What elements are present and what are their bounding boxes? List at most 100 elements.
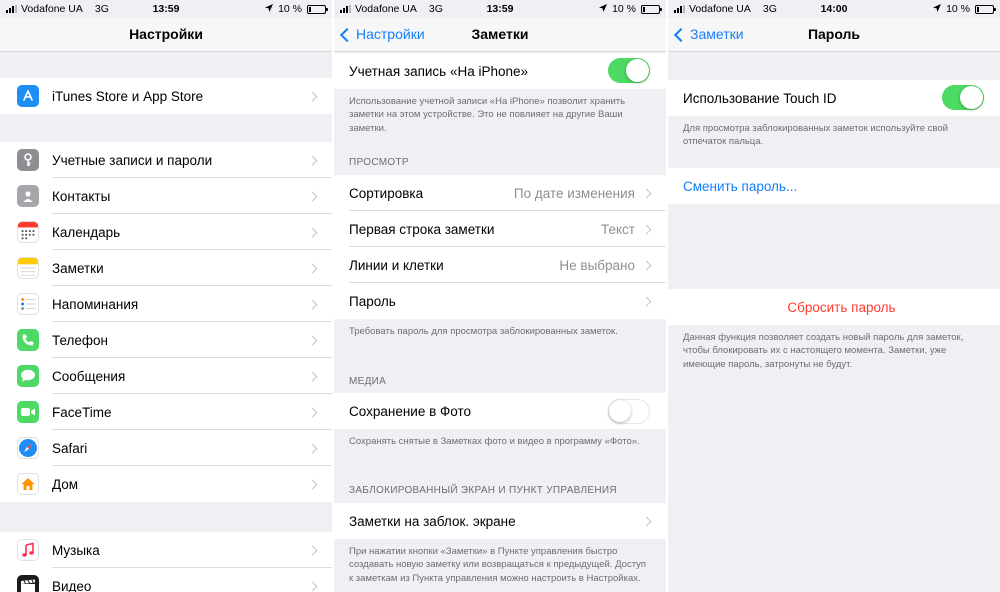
chevron-right-icon xyxy=(641,224,652,234)
battery-label: 10 % xyxy=(946,3,970,15)
settings-item-calendar[interactable]: Календарь xyxy=(0,214,332,250)
app-store-icon xyxy=(17,85,39,107)
chevron-right-icon xyxy=(307,545,318,555)
battery-label: 10 % xyxy=(278,3,302,15)
settings-screen: Vodafone UA 3G 13:59 10 % Настройки iTun… xyxy=(0,0,332,592)
chevron-right-icon xyxy=(307,479,318,489)
reset-password-label: Сбросить пароль xyxy=(787,299,896,315)
lock-screen-notes-label: Заметки на заблок. экране xyxy=(349,513,516,529)
touch-id-toggle[interactable] xyxy=(942,85,984,110)
reset-password-button[interactable]: Сбросить пароль xyxy=(668,289,1000,325)
sort-label: Сортировка xyxy=(349,185,424,201)
home-icon xyxy=(17,473,39,495)
battery-icon xyxy=(307,4,328,14)
reset-password-footnote: Данная функция позволяет создать новый п… xyxy=(683,332,964,370)
chevron-right-icon xyxy=(307,91,318,101)
sort-row[interactable]: Сортировка По дате изменения xyxy=(334,175,666,211)
chevron-right-icon xyxy=(307,191,318,201)
key-icon xyxy=(17,149,39,171)
settings-item-home[interactable]: Дом xyxy=(0,466,332,502)
password-row[interactable]: Пароль xyxy=(334,283,666,319)
change-password-label: Сменить пароль... xyxy=(683,178,798,194)
page-title: Настройки xyxy=(129,26,203,42)
settings-item-label: Видео xyxy=(52,578,92,592)
chevron-right-icon xyxy=(307,581,318,591)
lock-screen-footnote: При нажатии кнопки «Заметки» в Пункте уп… xyxy=(349,546,647,584)
settings-item-label: Контакты xyxy=(52,188,111,204)
section-header-lock-screen: ЗАБЛОКИРОВАННЫЙ ЭКРАН И ПУНКТ УПРАВЛЕНИЯ xyxy=(349,485,617,496)
lines-grids-label: Линии и клетки xyxy=(349,257,444,273)
settings-item-music[interactable]: Музыка xyxy=(0,532,332,568)
location-icon xyxy=(265,3,274,15)
settings-item-notes[interactable]: Заметки xyxy=(0,250,332,286)
chevron-right-icon xyxy=(307,263,318,273)
settings-item-phone[interactable]: Телефон xyxy=(0,322,332,358)
facetime-icon xyxy=(17,401,39,423)
battery-label: 10 % xyxy=(612,3,636,15)
video-icon xyxy=(17,575,39,592)
chevron-right-icon xyxy=(307,335,318,345)
lock-screen-notes-row[interactable]: Заметки на заблок. экране xyxy=(334,503,666,539)
settings-item-accounts-passwords[interactable]: Учетные записи и пароли xyxy=(0,142,332,178)
settings-item-label: Календарь xyxy=(52,224,121,240)
settings-item-label: FaceTime xyxy=(52,404,112,420)
settings-item-safari[interactable]: Safari xyxy=(0,430,332,466)
password-footnote: Требовать пароль для просмотра заблокиро… xyxy=(349,326,618,337)
safari-icon xyxy=(17,437,39,459)
save-to-photos-toggle[interactable] xyxy=(608,399,650,424)
first-line-row[interactable]: Первая строка заметки Текст xyxy=(334,211,666,247)
account-on-iphone-toggle[interactable] xyxy=(608,58,650,83)
password-label: Пароль xyxy=(349,293,396,309)
location-icon xyxy=(933,3,942,15)
notes-icon xyxy=(17,257,39,279)
save-to-photos-row: Сохранение в Фото xyxy=(334,393,666,429)
music-icon xyxy=(17,539,39,561)
chevron-right-icon xyxy=(307,155,318,165)
chevron-right-icon xyxy=(641,188,652,198)
status-bar: Vodafone UA 3G 13:59 10 % xyxy=(0,0,332,18)
touch-id-footnote: Для просмотра заблокированных заметок ис… xyxy=(683,123,948,148)
sort-value: По дате изменения xyxy=(513,185,635,201)
settings-item-label: Дом xyxy=(52,476,79,492)
first-line-value: Текст xyxy=(601,221,635,237)
lines-grids-value: Не выбрано xyxy=(559,257,635,273)
status-bar: Vodafone UA 3G 14:00 10 % xyxy=(668,0,1000,18)
contacts-icon xyxy=(17,185,39,207)
section-header-media: МЕДИА xyxy=(349,376,387,387)
status-bar: Vodafone UA 3G 13:59 10 % xyxy=(334,0,666,18)
chevron-right-icon xyxy=(641,260,652,270)
chevron-right-icon xyxy=(307,443,318,453)
settings-item-itunes-app-store[interactable]: iTunes Store и App Store xyxy=(0,78,332,114)
battery-icon xyxy=(641,4,662,14)
phone-icon xyxy=(17,329,39,351)
section-header-view: ПРОСМОТР xyxy=(349,157,409,168)
location-icon xyxy=(599,3,608,15)
settings-item-label: Safari xyxy=(52,440,88,456)
navigation-bar: Настройки Заметки xyxy=(334,18,666,52)
password-settings-screen: Vodafone UA 3G 14:00 10 % Заметки Пароль… xyxy=(668,0,1000,592)
settings-item-facetime[interactable]: FaceTime xyxy=(0,394,332,430)
settings-item-label: Заметки xyxy=(52,260,104,276)
lines-grids-row[interactable]: Линии и клетки Не выбрано xyxy=(334,247,666,283)
settings-item-label: Музыка xyxy=(52,542,100,558)
reminders-icon xyxy=(17,293,39,315)
first-line-label: Первая строка заметки xyxy=(349,221,495,237)
settings-item-label: iTunes Store и App Store xyxy=(52,88,204,104)
page-title: Заметки xyxy=(471,26,529,42)
settings-item-messages[interactable]: Сообщения xyxy=(0,358,332,394)
chevron-right-icon xyxy=(307,407,318,417)
battery-icon xyxy=(975,4,996,14)
navigation-bar: Заметки Пароль xyxy=(668,18,1000,52)
account-on-iphone-row: Учетная запись «На iPhone» xyxy=(334,53,666,89)
chevron-right-icon xyxy=(641,516,652,526)
notes-settings-screen: Vodafone UA 3G 13:59 10 % Настройки Заме… xyxy=(334,0,666,592)
settings-item-contacts[interactable]: Контакты xyxy=(0,178,332,214)
settings-item-label: Телефон xyxy=(52,332,109,348)
settings-item-label: Напоминания xyxy=(52,296,139,312)
change-password-button[interactable]: Сменить пароль... xyxy=(668,168,1000,204)
settings-item-video[interactable]: Видео xyxy=(0,568,332,592)
settings-item-reminders[interactable]: Напоминания xyxy=(0,286,332,322)
account-footnote: Использование учетной записи «На iPhone»… xyxy=(349,96,626,134)
touch-id-row: Использование Touch ID xyxy=(668,80,1000,116)
chevron-right-icon xyxy=(307,299,318,309)
